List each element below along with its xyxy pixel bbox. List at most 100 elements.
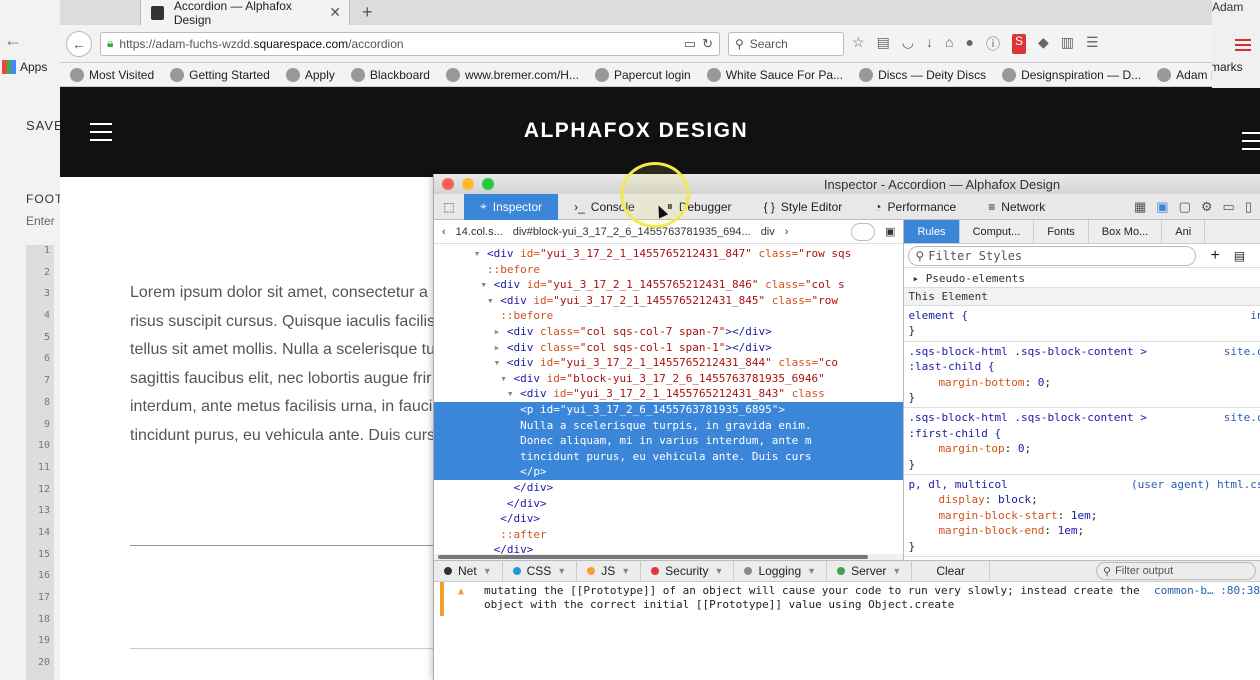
tab-box-model[interactable]: Box Mo... xyxy=(1089,220,1163,243)
markup-node[interactable]: <p id="yui_3_17_2_6_1455763781935_6895"> xyxy=(434,401,904,418)
css-rule[interactable]: .sqs-block-html .sqs-block-content >:fir… xyxy=(904,408,1260,476)
expand-twisty-icon[interactable]: ▸ xyxy=(494,341,507,354)
screenshot-icon[interactable]: ▢ xyxy=(1179,199,1191,215)
console-filter-button[interactable]: Logging ▼ xyxy=(734,560,828,582)
tab-fonts[interactable]: Fonts xyxy=(1034,220,1089,243)
pseudo-elements-toggle[interactable]: ▸ Pseudo-elements xyxy=(904,268,1260,288)
apps-bookmark[interactable]: Apps xyxy=(2,60,47,74)
bookmark-item[interactable]: Blackboard xyxy=(350,67,430,82)
more-icon[interactable]: ▯ xyxy=(1245,199,1252,215)
rule-source-link[interactable]: site.css:1 xyxy=(1224,344,1260,359)
markup-node[interactable]: ▾ <div id="yui_3_17_2_1_1455765212431_84… xyxy=(434,246,903,262)
bookmark-item[interactable]: White Sauce For Pa... xyxy=(706,67,843,82)
bookmark-item[interactable]: Designspiration — D... xyxy=(1002,67,1141,82)
trash-icon[interactable]: ▥ xyxy=(1061,34,1074,54)
markup-search-button[interactable] xyxy=(851,222,876,241)
css-declaration[interactable]: margin-block-start: 1em; xyxy=(908,508,1256,523)
download-icon[interactable]: ↓ xyxy=(926,34,933,54)
maximize-window-icon[interactable] xyxy=(482,178,494,190)
markup-node[interactable]: </div> xyxy=(434,496,903,512)
rule-source-link[interactable]: (user agent) html.css:12 xyxy=(1131,477,1260,492)
filter-output-input[interactable]: ⚲ Filter output xyxy=(1096,562,1256,580)
url-bar[interactable]: 🔒︎ https://adam-fuchs-wzdd.squarespace.c… xyxy=(100,31,720,56)
close-window-icon[interactable] xyxy=(442,178,454,190)
console-message-location[interactable]: common-b… :80:38 xyxy=(1154,584,1260,598)
bookmark-item[interactable]: www.bremer.com/H... xyxy=(445,67,579,82)
color-extension-icon[interactable]: ◆ xyxy=(1038,34,1049,54)
breadcrumb-item[interactable]: 14.col.s... xyxy=(456,226,503,238)
console-filter-button[interactable]: JS ▼ xyxy=(577,560,642,582)
tab-computed[interactable]: Comput... xyxy=(960,220,1035,243)
expand-twisty-icon[interactable]: ▾ xyxy=(494,356,507,369)
bookmark-item[interactable]: Adam Fuchs xyxy=(1157,67,1212,82)
search-bar[interactable]: ⚲ Search xyxy=(728,31,844,56)
element-picker-icon[interactable]: ⬚ xyxy=(434,194,464,220)
markup-node[interactable]: ▾ <div id="yui_3_17_2_1_1455765212431_84… xyxy=(434,293,903,309)
markup-node[interactable]: ▾ <div id="yui_3_17_2_1_1455765212431_84… xyxy=(434,386,903,402)
background-menu-icon[interactable] xyxy=(1235,36,1251,54)
s-extension-icon[interactable]: S xyxy=(1011,33,1026,54)
home-icon[interactable]: ⌂ xyxy=(945,34,953,54)
markup-node[interactable]: ::after xyxy=(434,527,903,543)
console-filter-button[interactable]: Net ▼ xyxy=(434,560,503,582)
add-rule-icon[interactable]: + xyxy=(1210,247,1219,265)
filter-styles-input[interactable]: ⚲ Filter Styles xyxy=(908,245,1197,266)
css-rule[interactable]: address, address[dir],article, article[d… xyxy=(904,557,1260,560)
console-filter-button[interactable]: CSS ▼ xyxy=(503,560,578,582)
tab-inspector[interactable]: ⌖ Inspector xyxy=(464,193,559,220)
breadcrumb-item[interactable]: div#block-yui_3_17_2_6_1455763781935_694… xyxy=(513,226,751,238)
tab-close-icon[interactable]: ✕ xyxy=(329,4,341,21)
breadcrumb-back-icon[interactable]: ‹ xyxy=(442,226,446,238)
markup-node[interactable]: ▾ <div id="yui_3_17_2_1_1455765212431_84… xyxy=(434,355,903,371)
markup-node[interactable]: Donec aliquam, mi in varius interdum, an… xyxy=(434,433,904,449)
info-icon[interactable]: ⓘ xyxy=(986,34,1000,54)
markup-node[interactable]: </div> xyxy=(434,480,903,496)
markup-node[interactable]: ▸ <div class="col sqs-col-7 span-7"></di… xyxy=(434,324,903,340)
bookmark-item[interactable]: Discs — Deity Discs xyxy=(859,67,986,82)
markup-node[interactable]: ▸ <div class="col sqs-col-1 span-1"></di… xyxy=(434,340,903,356)
back-button[interactable]: ← xyxy=(66,30,92,57)
minimize-window-icon[interactable] xyxy=(462,178,474,190)
responsive-icon[interactable]: ▣ xyxy=(1156,199,1168,215)
clear-console-button[interactable]: Clear xyxy=(912,560,991,582)
markup-node[interactable]: </p> xyxy=(434,464,904,480)
console-filter-button[interactable]: Security ▼ xyxy=(641,560,735,582)
rule-source-link[interactable]: site.css:1 xyxy=(1224,410,1260,425)
tab-animations[interactable]: Ani xyxy=(1162,220,1206,243)
bookmark-item[interactable]: Apply xyxy=(285,67,335,82)
pane-toggle-icon[interactable]: ▣ xyxy=(885,225,895,238)
reader-view-icon[interactable]: ▭ xyxy=(684,36,696,52)
pocket-icon[interactable]: ◡ xyxy=(902,34,914,54)
expand-twisty-icon[interactable]: ▸ xyxy=(494,325,507,338)
pseudo-class-toggle-icon[interactable]: ▤ xyxy=(1234,249,1245,263)
bookmark-item[interactable]: Most Visited xyxy=(70,67,154,82)
css-declaration[interactable]: margin-block-end: 1em; xyxy=(908,523,1256,538)
markup-node[interactable]: </div> xyxy=(434,511,903,527)
css-declaration[interactable]: margin-bottom: 0; xyxy=(908,375,1256,390)
markup-node[interactable]: ▾ <div id="block-yui_3_17_2_6_1455763781… xyxy=(434,371,903,387)
markup-node[interactable]: ::before xyxy=(434,308,903,324)
breadcrumb-item[interactable]: div xyxy=(761,226,775,238)
chat-icon[interactable]: ● xyxy=(965,34,973,54)
console-filter-button[interactable]: Server ▼ xyxy=(827,560,913,582)
breadcrumb-forward-icon[interactable]: › xyxy=(785,226,789,238)
rule-source-link[interactable]: inline xyxy=(1250,308,1260,323)
layout-icon[interactable]: ▦ xyxy=(1134,199,1146,215)
css-rule[interactable]: element {inline} xyxy=(904,306,1260,342)
css-rule[interactable]: p, dl, multicol(user agent) html.css:12d… xyxy=(904,475,1260,558)
tab-network[interactable]: ≡ Network xyxy=(972,194,1061,220)
bookmark-item[interactable]: Getting Started xyxy=(170,67,270,82)
expand-twisty-icon[interactable]: ▾ xyxy=(507,387,520,400)
css-rule[interactable]: .sqs-block-html .sqs-block-content >:las… xyxy=(904,342,1260,409)
dock-icon[interactable]: ▭ xyxy=(1223,199,1235,215)
bookmark-item[interactable]: Papercut login xyxy=(594,67,691,82)
settings-gear-icon[interactable]: ⚙ xyxy=(1201,199,1213,215)
markup-node[interactable]: tincidunt purus, eu vehicula ante. Duis … xyxy=(434,448,904,465)
markup-node[interactable]: ::before xyxy=(434,262,903,278)
css-declaration[interactable]: margin-top: 0; xyxy=(908,441,1256,456)
markup-node[interactable]: ▾ <div id="yui_3_17_2_1_1455765212431_84… xyxy=(434,277,903,293)
star-icon[interactable]: ☆ xyxy=(852,34,865,54)
expand-twisty-icon[interactable]: ▾ xyxy=(474,247,487,260)
tab-rules[interactable]: Rules xyxy=(904,220,960,243)
reload-icon[interactable]: ↻ xyxy=(702,36,713,52)
